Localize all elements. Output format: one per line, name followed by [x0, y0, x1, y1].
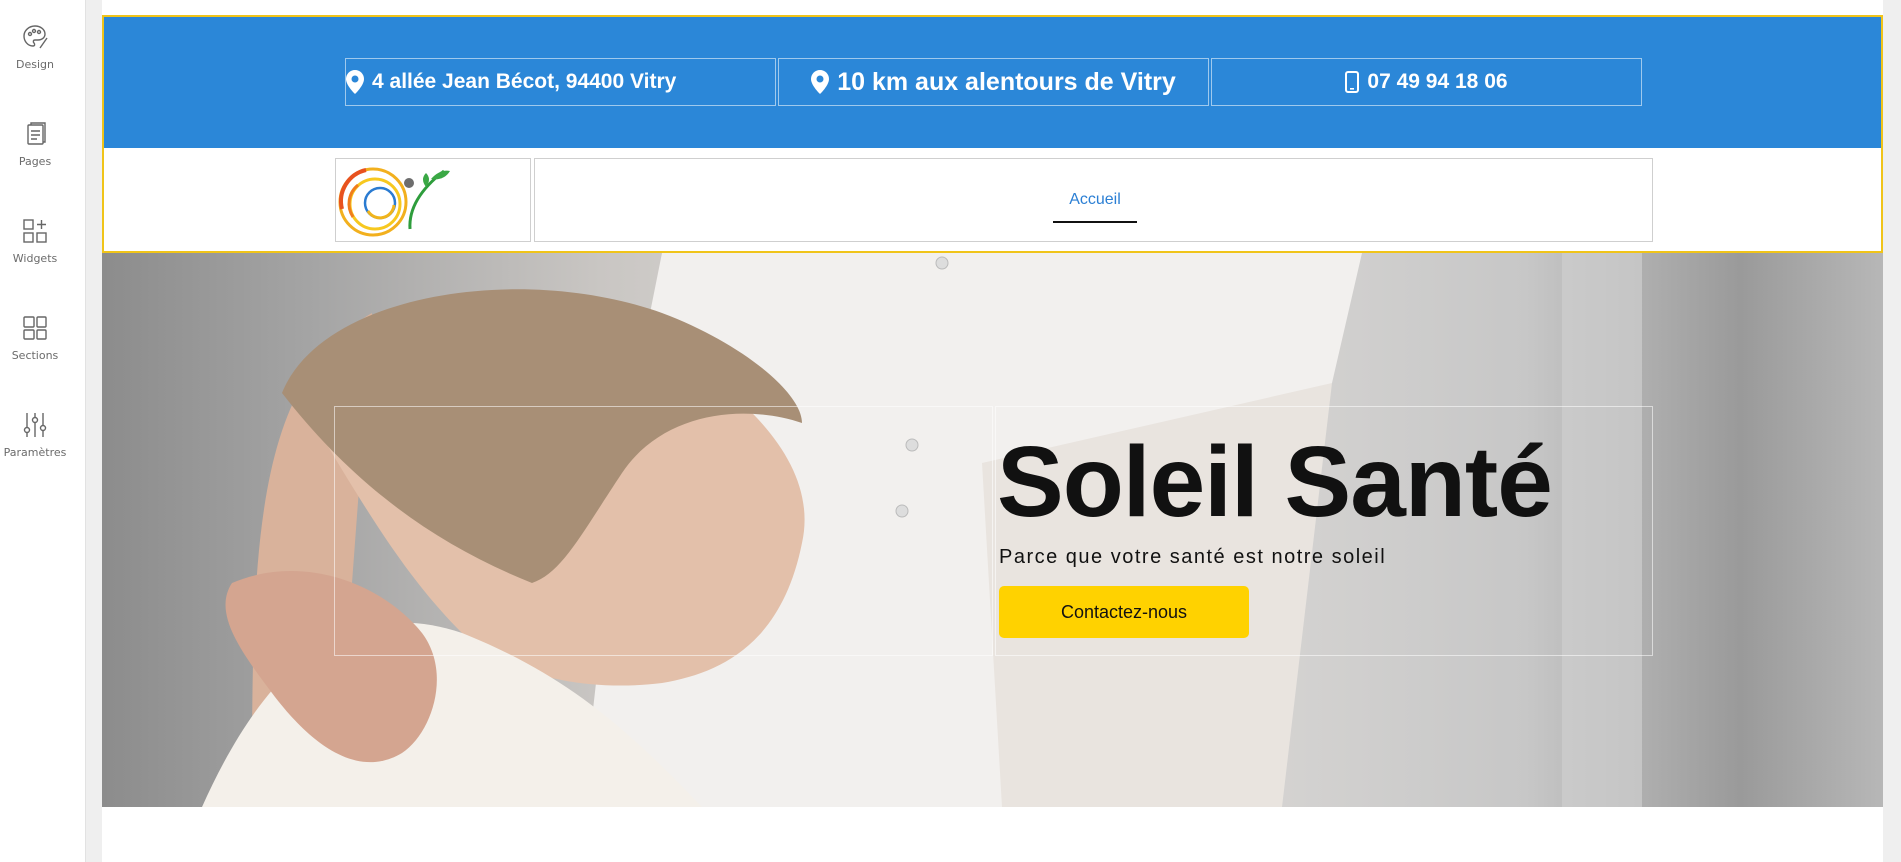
palette-icon [0, 22, 70, 52]
page-canvas: 4 allée Jean Bécot, 94400 Vitry 10 km au… [102, 0, 1883, 862]
logo[interactable] [335, 158, 531, 242]
sidebar-item-design[interactable]: Design [0, 22, 70, 71]
contact-button[interactable]: Contactez-nous [999, 586, 1249, 638]
phone-text: 07 49 94 18 06 [1367, 70, 1508, 93]
map-pin-icon [346, 70, 364, 94]
sidebar-item-label: Design [16, 58, 54, 71]
map-pin-icon [811, 70, 830, 94]
sidebar-item-pages[interactable]: Pages [0, 119, 70, 168]
widgets-icon [0, 216, 70, 246]
header-section[interactable]: 4 allée Jean Bécot, 94400 Vitry 10 km au… [102, 15, 1883, 253]
service-area-block[interactable]: 10 km aux alentours de Vitry [778, 58, 1209, 106]
sidebar-item-label: Pages [18, 155, 52, 168]
hero-title: Soleil Santé [997, 426, 1553, 538]
sections-icon [0, 313, 70, 343]
nav-item-accueil[interactable]: Accueil [1053, 191, 1137, 223]
contact-topbar: 4 allée Jean Bécot, 94400 Vitry 10 km au… [104, 17, 1881, 148]
service-area-text: 10 km aux alentours de Vitry [837, 67, 1176, 96]
nav-menu: Accueil [534, 158, 1653, 242]
sidebar-item-label: Paramètres [3, 446, 67, 459]
editor-sidebar: Design Pages Widgets Sections Paramètres [0, 0, 86, 862]
nav-row: Accueil [104, 148, 1881, 251]
sidebar-item-parametres[interactable]: Paramètres [0, 410, 70, 459]
address-block[interactable]: 4 allée Jean Bécot, 94400 Vitry [345, 58, 776, 106]
soleil-sante-logo-icon [338, 167, 450, 237]
sidebar-item-widgets[interactable]: Widgets [0, 216, 70, 265]
sliders-icon [0, 410, 70, 440]
sidebar-item-label: Sections [11, 349, 59, 362]
mobile-phone-icon [1345, 71, 1360, 93]
address-text: 4 allée Jean Bécot, 94400 Vitry [372, 70, 677, 93]
sidebar-item-sections[interactable]: Sections [0, 313, 70, 362]
hero-subtitle: Parce que votre santé est notre soleil [999, 546, 1387, 568]
pages-icon [0, 119, 70, 149]
phone-block[interactable]: 07 49 94 18 06 [1211, 58, 1642, 106]
sidebar-item-label: Widgets [12, 252, 58, 265]
hero-column-left [334, 406, 993, 656]
hero-section[interactable]: Soleil Santé Parce que votre santé est n… [102, 253, 1883, 807]
